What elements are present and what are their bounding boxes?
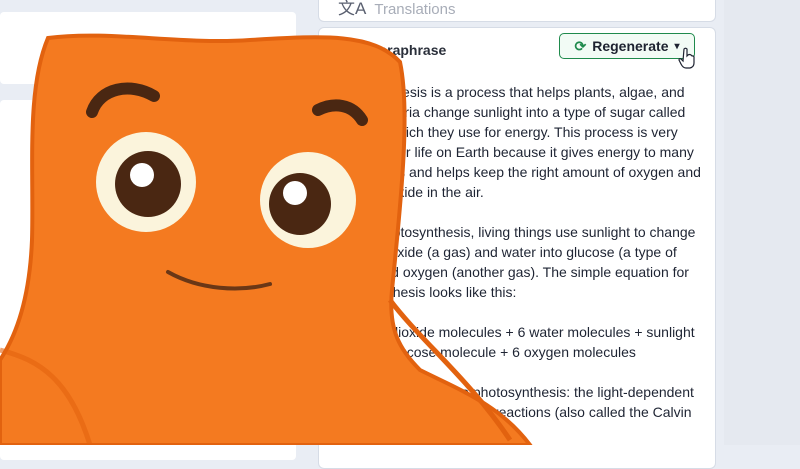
mascot-character (0, 33, 533, 445)
mascot-body (0, 33, 533, 445)
left-eye (96, 132, 196, 232)
right-eye (260, 152, 356, 248)
